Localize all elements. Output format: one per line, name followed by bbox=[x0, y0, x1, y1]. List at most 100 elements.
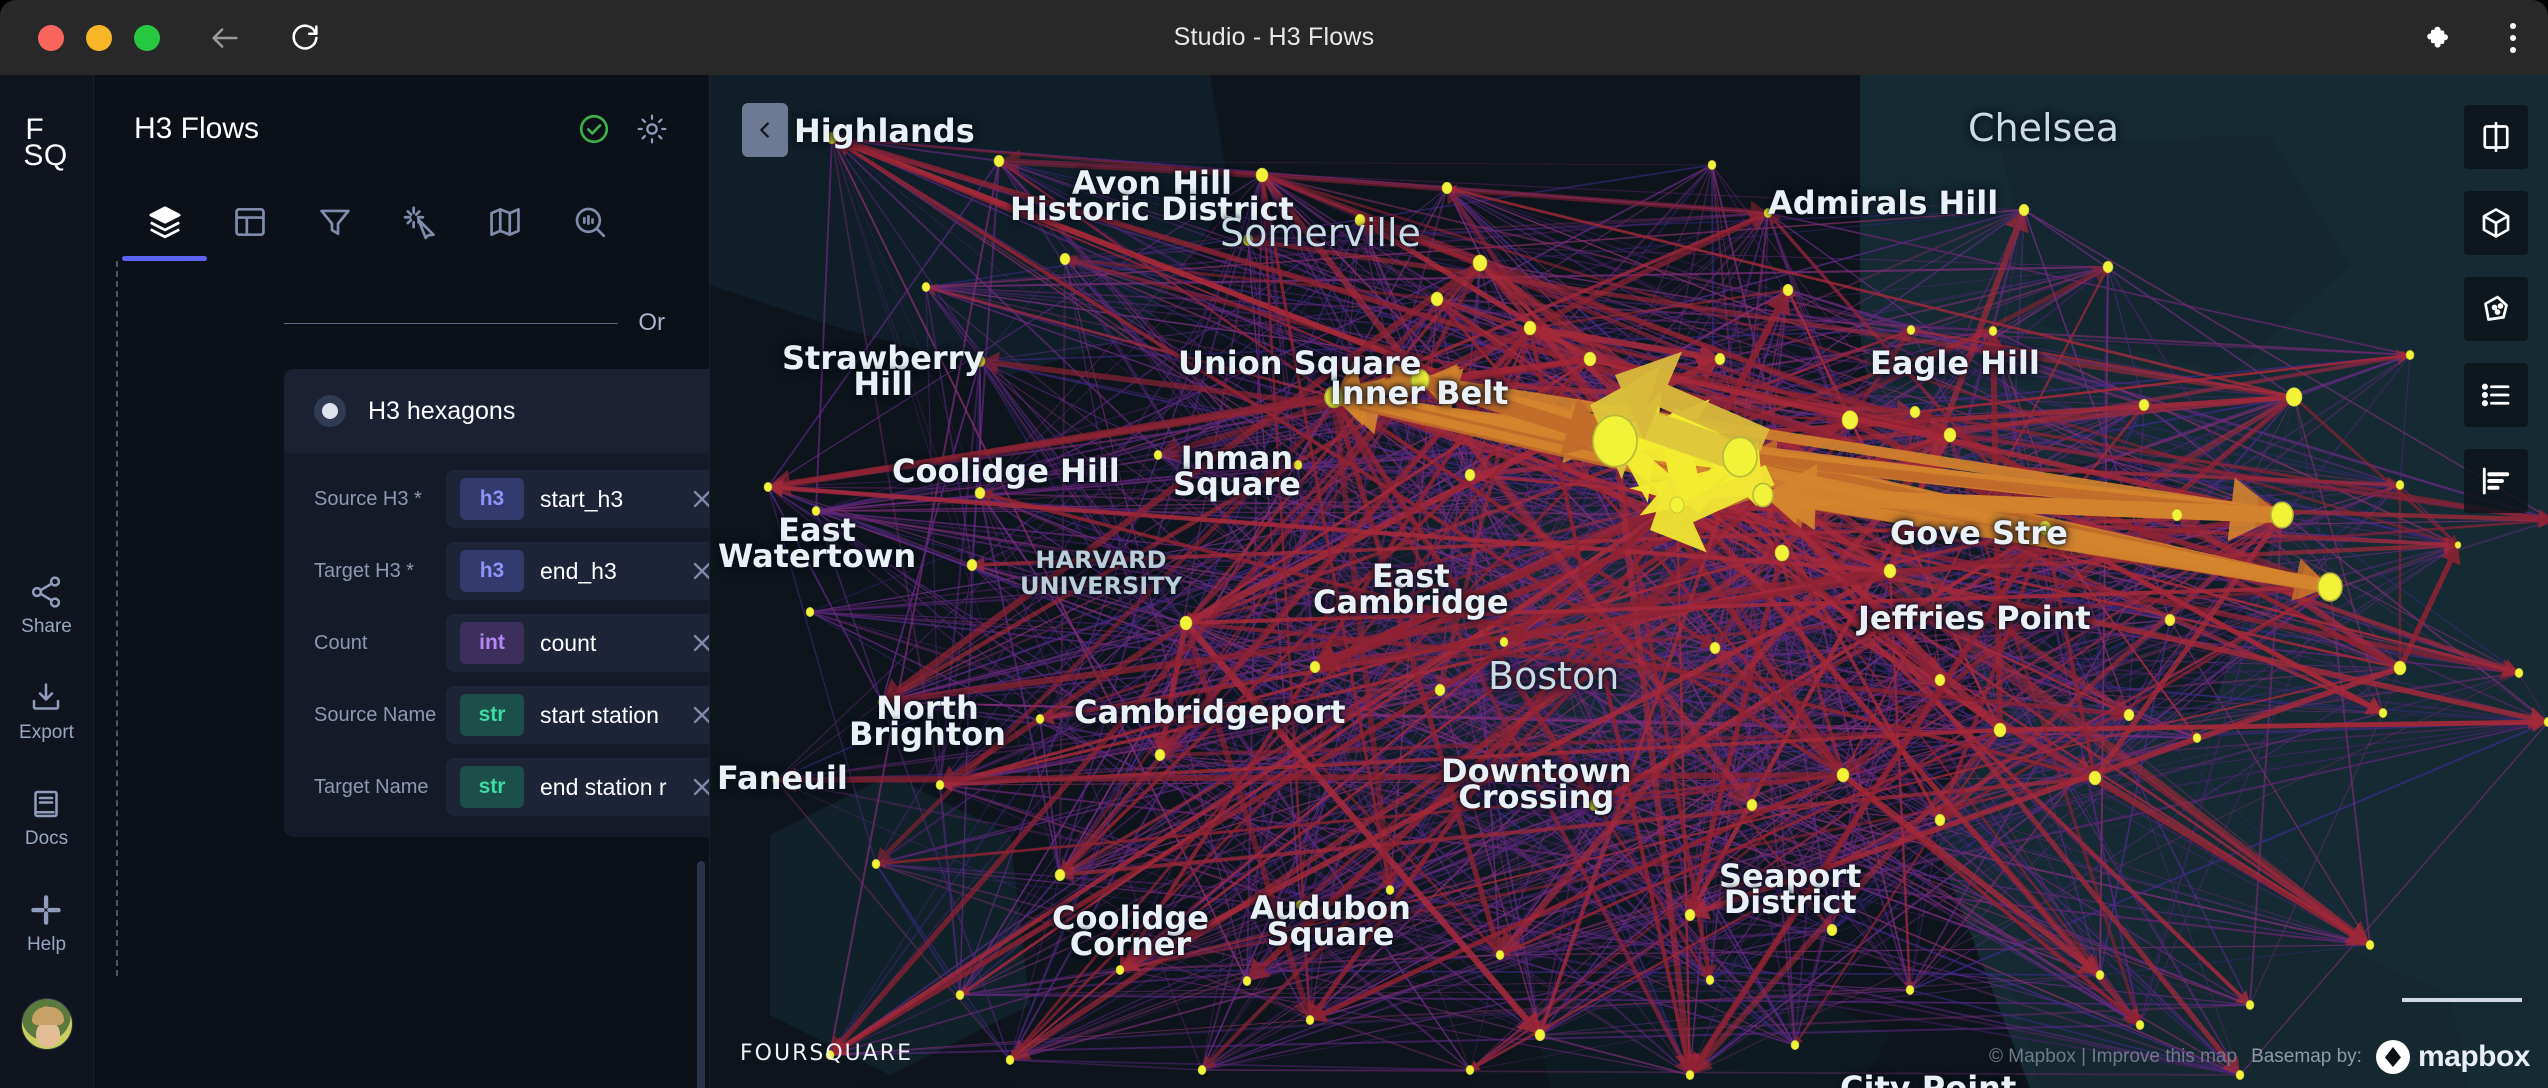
map-node[interactable] bbox=[1005, 1055, 1015, 1065]
map-node[interactable] bbox=[2164, 613, 2176, 627]
tab-filters[interactable] bbox=[292, 192, 377, 252]
map-node[interactable] bbox=[1354, 213, 1366, 227]
map-node[interactable] bbox=[826, 131, 838, 145]
map-node[interactable] bbox=[1934, 813, 1946, 827]
map-node[interactable] bbox=[1293, 460, 1303, 470]
map-node[interactable] bbox=[2245, 1000, 2255, 1010]
tab-interaction[interactable] bbox=[377, 192, 462, 252]
map-node[interactable] bbox=[1410, 368, 1430, 392]
map-node[interactable] bbox=[1242, 233, 1254, 247]
avatar[interactable] bbox=[20, 998, 73, 1050]
panel-scrollbar[interactable] bbox=[697, 861, 705, 1088]
rail-item-share[interactable]: Share bbox=[21, 574, 72, 638]
map-node[interactable] bbox=[1465, 1065, 1475, 1075]
close-window-button[interactable] bbox=[38, 24, 64, 51]
map-node[interactable] bbox=[2038, 520, 2052, 536]
rail-item-export[interactable]: Export bbox=[19, 680, 74, 744]
map-node[interactable] bbox=[1115, 965, 1125, 975]
map-node[interactable] bbox=[1934, 673, 1946, 687]
map-node[interactable] bbox=[2138, 398, 2150, 412]
mapbox-logo[interactable]: mapbox bbox=[2375, 1040, 2531, 1074]
map-node[interactable] bbox=[1054, 868, 1066, 882]
map-node[interactable] bbox=[2171, 508, 2183, 522]
map-node[interactable] bbox=[1472, 254, 1488, 272]
close-icon[interactable] bbox=[690, 559, 709, 583]
tab-table[interactable] bbox=[207, 192, 292, 252]
kebab-menu-icon[interactable] bbox=[2506, 19, 2520, 57]
map-node[interactable] bbox=[2317, 572, 2343, 602]
map-node[interactable] bbox=[1464, 468, 1476, 482]
mapbox-copyright[interactable]: © Mapbox | Improve this map bbox=[1989, 1046, 2237, 1068]
map-node[interactable] bbox=[1153, 450, 1163, 460]
map-node[interactable] bbox=[2018, 203, 2030, 217]
map-node[interactable] bbox=[1434, 683, 1446, 697]
map-node[interactable] bbox=[1255, 167, 1269, 183]
map-node[interactable] bbox=[955, 990, 965, 1000]
back-arrow-icon[interactable] bbox=[208, 21, 242, 55]
map-tool-3d[interactable] bbox=[2464, 191, 2528, 255]
map-node[interactable] bbox=[1782, 283, 1794, 297]
map-node[interactable] bbox=[1588, 798, 1600, 812]
map-node[interactable] bbox=[2285, 387, 2303, 407]
reload-icon[interactable] bbox=[288, 21, 322, 55]
map-tool-draw-polygon[interactable] bbox=[2464, 277, 2528, 341]
map-node[interactable] bbox=[966, 558, 978, 572]
map-node[interactable] bbox=[1774, 544, 1790, 562]
rail-item-docs[interactable]: Docs bbox=[25, 786, 68, 850]
map-canvas[interactable]: Highlands Avon Hill Historic District Some… bbox=[710, 75, 2548, 1088]
map-node[interactable] bbox=[2135, 1020, 2145, 1030]
h3-hexagons-option[interactable]: H3 hexagons bbox=[284, 369, 709, 453]
puzzle-piece-icon[interactable] bbox=[2422, 21, 2456, 55]
close-icon[interactable] bbox=[690, 703, 709, 727]
map-node[interactable] bbox=[1746, 798, 1758, 812]
field-value-target-h3[interactable]: h3 end_h3 bbox=[446, 542, 709, 600]
map-node[interactable] bbox=[1763, 208, 1773, 218]
map-node[interactable] bbox=[1684, 908, 1696, 922]
map-node[interactable] bbox=[2378, 708, 2388, 718]
map-node[interactable] bbox=[1583, 351, 1597, 367]
tab-basemap[interactable] bbox=[462, 192, 547, 252]
map-node[interactable] bbox=[1685, 1070, 1695, 1080]
map-node[interactable] bbox=[1179, 615, 1193, 631]
map-tool-legend[interactable] bbox=[2464, 363, 2528, 427]
map-node[interactable] bbox=[1441, 181, 1453, 195]
rail-item-help[interactable]: Help bbox=[27, 892, 66, 956]
map-node[interactable] bbox=[805, 607, 815, 617]
map-node[interactable] bbox=[2192, 733, 2202, 743]
map-node[interactable] bbox=[1154, 748, 1166, 762]
map-tool-chart-panel[interactable] bbox=[2464, 449, 2528, 513]
map-node[interactable] bbox=[1841, 410, 1859, 430]
field-value-count[interactable]: int count bbox=[446, 614, 709, 672]
map-node[interactable] bbox=[2405, 350, 2415, 360]
map-node[interactable] bbox=[1305, 1015, 1315, 1025]
map-node[interactable] bbox=[1705, 975, 1715, 985]
map-node[interactable] bbox=[1499, 637, 1509, 647]
map-node[interactable] bbox=[1826, 923, 1838, 937]
map-node[interactable] bbox=[974, 354, 986, 368]
map-node[interactable] bbox=[2095, 970, 2105, 980]
map-node[interactable] bbox=[763, 482, 773, 492]
map-node[interactable] bbox=[921, 282, 931, 292]
map-node[interactable] bbox=[935, 780, 945, 790]
map-node[interactable] bbox=[2270, 501, 2294, 529]
map-node[interactable] bbox=[811, 506, 821, 516]
map-node[interactable] bbox=[1495, 950, 1505, 960]
map-node[interactable] bbox=[1752, 482, 1774, 508]
field-value-source-h3[interactable]: h3 start_h3 bbox=[446, 470, 709, 528]
map-node[interactable] bbox=[1988, 326, 1998, 336]
map-tool-split-map[interactable] bbox=[2464, 105, 2528, 169]
map-node[interactable] bbox=[1909, 405, 1921, 419]
map-node[interactable] bbox=[2365, 940, 2375, 950]
map-node[interactable] bbox=[1993, 722, 2007, 738]
map-node[interactable] bbox=[877, 697, 887, 707]
map-node[interactable] bbox=[2102, 260, 2114, 274]
map-node[interactable] bbox=[1309, 660, 1321, 674]
map-node[interactable] bbox=[1883, 563, 1897, 579]
map-node[interactable] bbox=[1242, 976, 1252, 986]
map-node[interactable] bbox=[1295, 900, 1305, 910]
map-node[interactable] bbox=[974, 486, 986, 500]
map-node[interactable] bbox=[2123, 708, 2135, 722]
map-node[interactable] bbox=[1059, 252, 1071, 266]
field-value-target-name[interactable]: str end station r bbox=[446, 758, 709, 816]
field-value-source-name[interactable]: str start station bbox=[446, 686, 709, 744]
